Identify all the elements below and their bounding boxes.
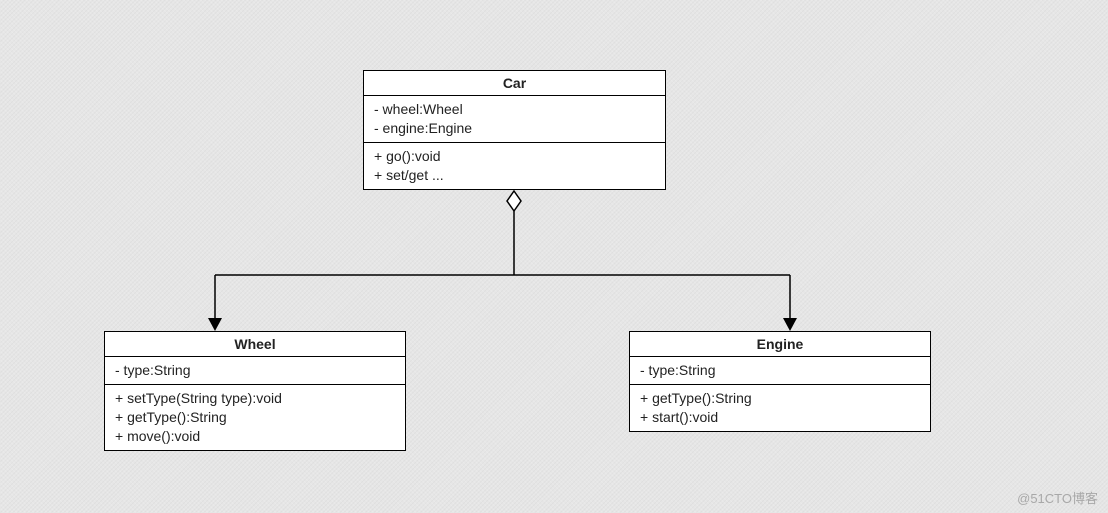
class-operations: + getType():String + start():void	[630, 385, 930, 431]
class-operations: + setType(String type):void + getType():…	[105, 385, 405, 450]
class-name: Engine	[630, 332, 930, 357]
class-operations: + go():void + set/get ...	[364, 143, 665, 189]
class-name: Wheel	[105, 332, 405, 357]
watermark: @51CTO博客	[1017, 488, 1098, 507]
arrowhead-icon	[783, 318, 797, 331]
aggregation-diamond-icon	[507, 191, 521, 211]
class-attribute: - type:String	[640, 361, 920, 380]
class-attributes: - type:String	[105, 357, 405, 385]
class-engine: Engine - type:String + getType():String …	[629, 331, 931, 432]
class-operation: + move():void	[115, 427, 395, 446]
class-operation: + setType(String type):void	[115, 389, 395, 408]
class-wheel: Wheel - type:String + setType(String typ…	[104, 331, 406, 451]
class-operation: + go():void	[374, 147, 655, 166]
class-name: Car	[364, 71, 665, 96]
class-attribute: - wheel:Wheel	[374, 100, 655, 119]
class-operation: + getType():String	[115, 408, 395, 427]
class-attributes: - type:String	[630, 357, 930, 385]
arrowhead-icon	[208, 318, 222, 331]
class-operation: + getType():String	[640, 389, 920, 408]
class-car: Car - wheel:Wheel - engine:Engine + go()…	[363, 70, 666, 190]
class-operation: + set/get ...	[374, 166, 655, 185]
class-attribute: - engine:Engine	[374, 119, 655, 138]
class-attributes: - wheel:Wheel - engine:Engine	[364, 96, 665, 143]
class-operation: + start():void	[640, 408, 920, 427]
class-attribute: - type:String	[115, 361, 395, 380]
